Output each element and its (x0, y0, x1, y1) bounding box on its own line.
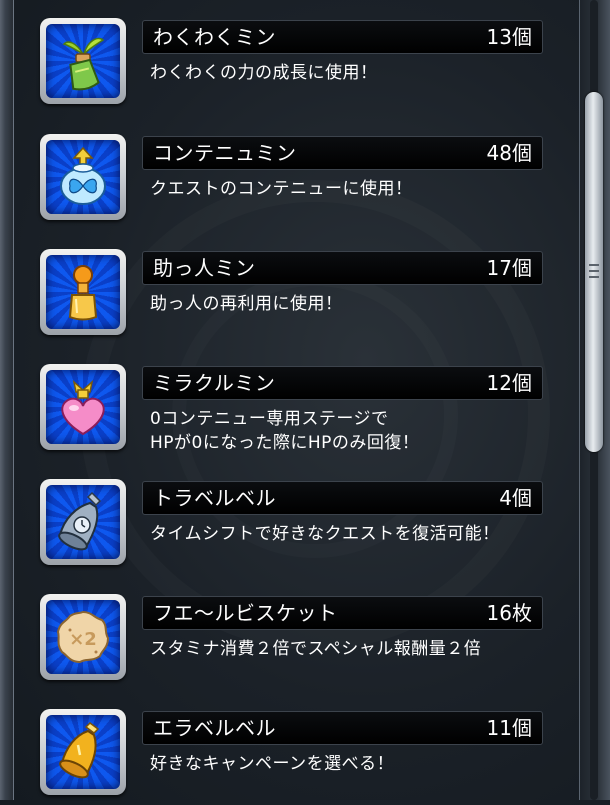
scrollbar[interactable] (583, 0, 605, 800)
item-name: 助っ人ミン (153, 256, 256, 280)
item-icon-frame (40, 134, 126, 220)
list-item[interactable]: ミラクルミン 12個 0コンテニュー専用ステージで HPが0になった際にHPのみ… (40, 364, 545, 460)
item-name-bar: コンテニュミン 48個 (142, 136, 543, 170)
scroll-grip (589, 264, 599, 266)
item-description: 助っ人の再利用に使用！ (150, 294, 343, 314)
item-icon-frame (40, 709, 126, 795)
sprout-bottle-icon (46, 24, 120, 98)
item-description: タイムシフトで好きなクエストを復活可能！ (150, 524, 500, 544)
item-count: 16枚 (486, 601, 532, 625)
pink-heart-potion-icon (46, 370, 120, 444)
item-name: トラベルベル (153, 486, 276, 510)
list-item[interactable]: ×2 フエ〜ルビスケット 16枚 スタミナ消費２倍でスペシャル報酬量２倍 (40, 594, 545, 690)
item-description: クエストのコンテニューに使用！ (150, 179, 413, 199)
item-name-bar: わくわくミン 13個 (142, 20, 543, 54)
svg-text:×2: ×2 (69, 629, 97, 650)
item-description: スタミナ消費２倍でスペシャル報酬量２倍 (150, 639, 482, 659)
list-item[interactable]: 助っ人ミン 17個 助っ人の再利用に使用！ (40, 249, 545, 345)
item-name-bar: ミラクルミン 12個 (142, 366, 543, 400)
item-description: わくわくの力の成長に使用！ (150, 63, 378, 83)
item-name: わくわくミン (153, 25, 276, 49)
list-item[interactable]: わくわくミン 13個 わくわくの力の成長に使用！ (40, 18, 545, 114)
scroll-thumb[interactable] (585, 92, 603, 452)
item-name-bar: フエ〜ルビスケット 16枚 (142, 596, 543, 630)
clock-bell-icon (46, 485, 120, 559)
scroll-grip (589, 276, 599, 278)
item-name: ミラクルミン (153, 371, 276, 395)
item-icon-frame (40, 18, 126, 104)
list-item[interactable]: コンテニュミン 48個 クエストのコンテニューに使用！ (40, 134, 545, 230)
item-name-bar: エラベルベル 11個 (142, 711, 543, 745)
item-name: エラベルベル (153, 716, 276, 740)
orange-pawn-icon (46, 255, 120, 329)
butterfly-potion-icon (46, 140, 120, 214)
item-icon-frame (40, 479, 126, 565)
item-name-bar: トラベルベル 4個 (142, 481, 543, 515)
x2-biscuit-icon: ×2 (46, 600, 120, 674)
item-count: 4個 (499, 486, 532, 510)
left-frame (0, 0, 14, 800)
item-count: 13個 (486, 25, 532, 49)
list-item[interactable]: トラベルベル 4個 タイムシフトで好きなクエストを復活可能！ (40, 479, 545, 575)
item-icon-frame: ×2 (40, 594, 126, 680)
item-description: 好きなキャンペーンを選べる！ (150, 754, 395, 774)
item-count: 17個 (486, 256, 532, 280)
item-name: コンテニュミン (153, 141, 297, 165)
scroll-grip (589, 270, 599, 272)
item-count: 48個 (486, 141, 532, 165)
item-name-bar: 助っ人ミン 17個 (142, 251, 543, 285)
item-name: フエ〜ルビスケット (153, 601, 338, 625)
item-icon-frame (40, 364, 126, 450)
item-count: 11個 (486, 716, 532, 740)
list-item[interactable]: エラベルベル 11個 好きなキャンペーンを選べる！ (40, 709, 545, 805)
item-icon-frame (40, 249, 126, 335)
gold-bell-icon (46, 715, 120, 789)
item-count: 12個 (486, 371, 532, 395)
item-description: 0コンテニュー専用ステージで HPが0になった際にHPのみ回復！ (150, 409, 420, 453)
